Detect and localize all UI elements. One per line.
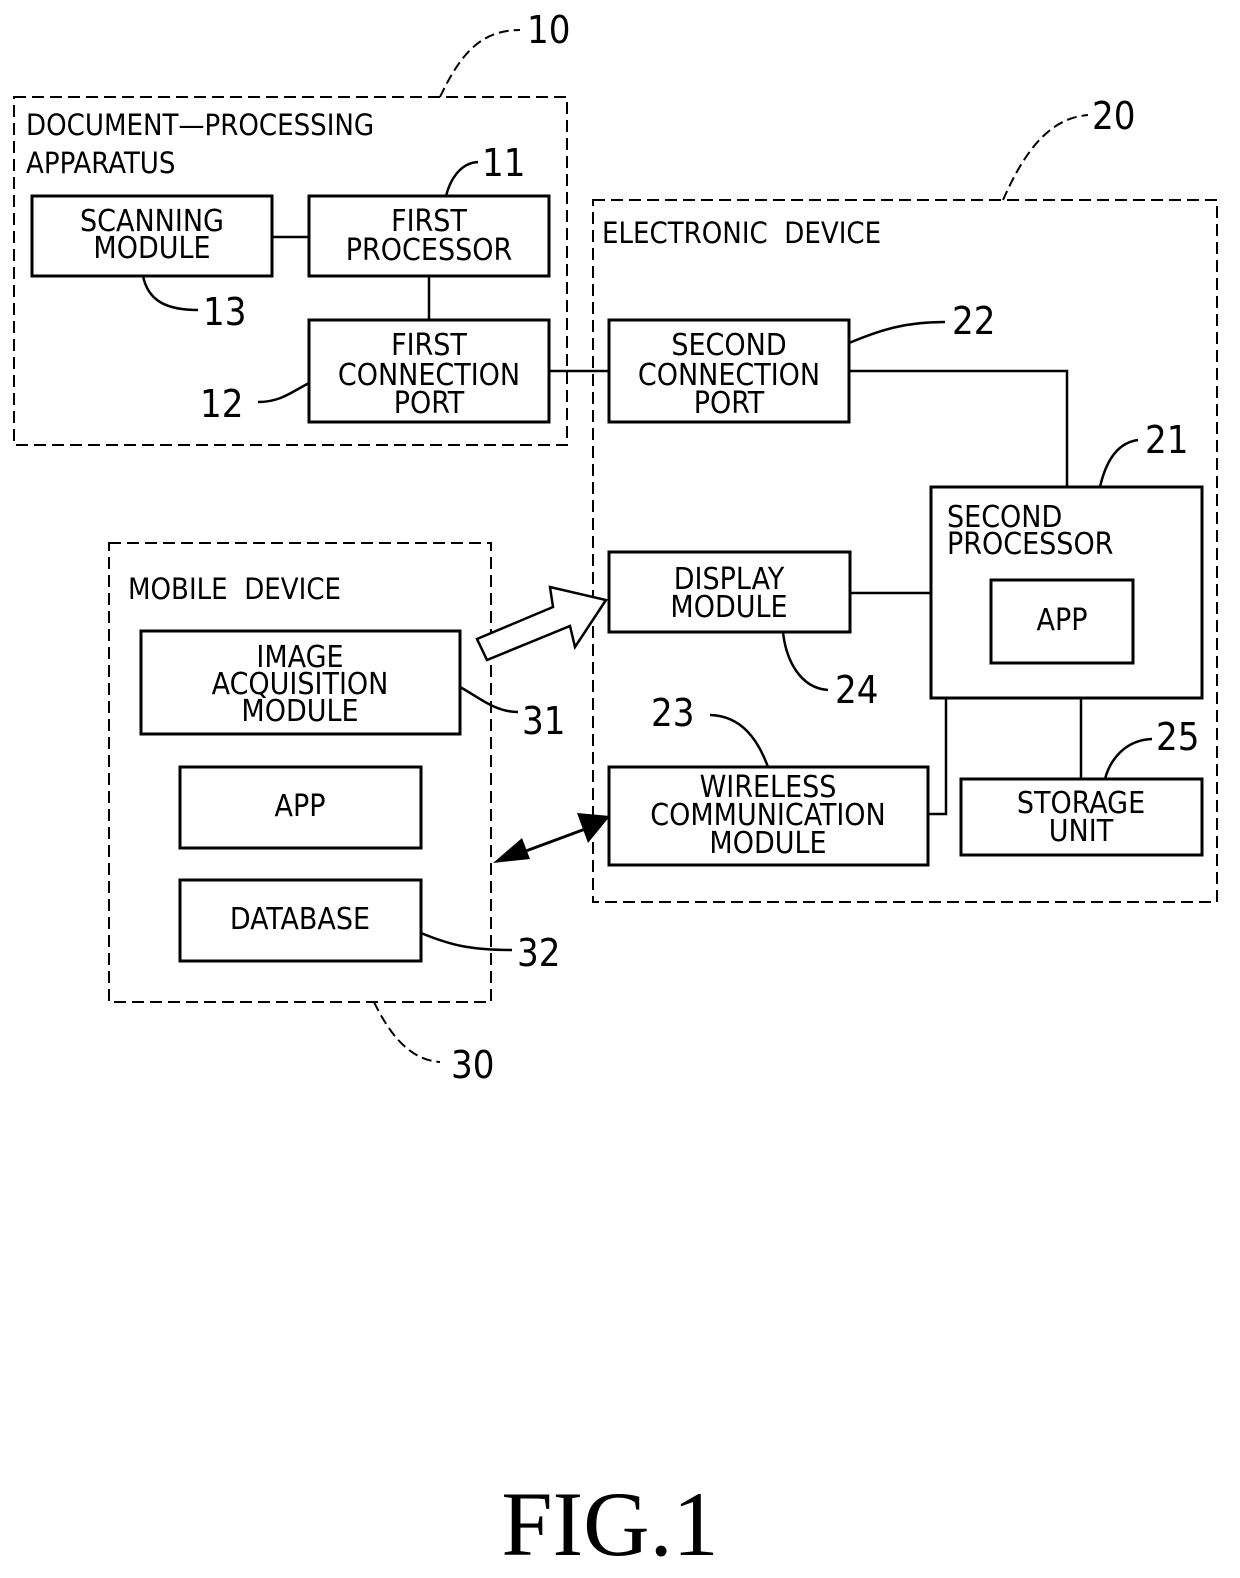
figure-caption: FIG.1 <box>501 1473 718 1575</box>
database-label: DATABASE <box>230 902 370 937</box>
mobile-device-title: MOBILE DEVICE <box>128 572 341 606</box>
wireless-module-line3: MODULE <box>709 826 826 861</box>
second-port-to-second-processor-link <box>849 369 1069 487</box>
block-diagram: DOCUMENT—PROCESSING APPARATUS 10 SCANNIN… <box>13 8 1218 1575</box>
scanning-module-line2: MODULE <box>93 231 210 266</box>
storage-unit-line2: UNIT <box>1049 814 1114 849</box>
ref-31-leader <box>459 685 519 714</box>
second-processor-app-label: APP <box>1036 603 1087 638</box>
ref-21-leader <box>1098 438 1139 488</box>
first-connection-port-line3: PORT <box>394 386 465 421</box>
ref-32: 32 <box>517 931 561 975</box>
wireless-bidirectional-arrow-icon <box>493 813 610 863</box>
storage-unit-block: STORAGE UNIT <box>959 777 1204 857</box>
image-acquisition-line3: MODULE <box>241 694 358 729</box>
ref-12: 12 <box>200 382 244 426</box>
database-block: DATABASE <box>178 878 423 963</box>
ref-13: 13 <box>203 290 247 334</box>
ref-20: 20 <box>1092 94 1136 138</box>
scanning-module-block: SCANNING MODULE <box>30 194 274 278</box>
ref-23: 23 <box>651 691 695 735</box>
apparatus-title-line1: DOCUMENT—PROCESSING <box>26 108 374 142</box>
mobile-device-group: MOBILE DEVICE 30 IMAGE ACQUISITION MODUL… <box>108 542 566 1087</box>
ref-24: 24 <box>835 668 879 712</box>
second-connection-port-line3: PORT <box>694 386 765 421</box>
apparatus-title-line2: APPARATUS <box>26 146 175 180</box>
ref-22-leader <box>848 320 946 345</box>
ref-30: 30 <box>451 1043 495 1087</box>
first-processor-block: FIRST PROCESSOR <box>307 194 551 278</box>
ref-20-leader <box>1002 114 1089 201</box>
ref-24-leader <box>781 631 829 692</box>
ref-23-leader <box>709 713 770 768</box>
document-processing-apparatus-group: DOCUMENT—PROCESSING APPARATUS 10 SCANNIN… <box>13 8 571 446</box>
ref-21: 21 <box>1145 418 1189 462</box>
ref-10: 10 <box>527 8 571 52</box>
ref-13-leader <box>141 275 199 312</box>
first-processor-line2: PROCESSOR <box>346 233 512 268</box>
ref-12-leader <box>257 381 310 404</box>
ref-10-leader <box>439 29 521 98</box>
mobile-app-block: APP <box>178 765 423 850</box>
mobile-app-label: APP <box>274 789 325 824</box>
image-acquisition-module-block: IMAGE ACQUISITION MODULE <box>139 629 462 736</box>
first-connection-port-block: FIRST CONNECTION PORT <box>307 318 551 424</box>
electronic-device-title: ELECTRONIC DEVICE <box>602 216 881 250</box>
electronic-device-group: ELECTRONIC DEVICE 20 SECOND CONNECTION P… <box>592 94 1218 903</box>
ref-11-leader <box>444 160 479 197</box>
ref-25-leader <box>1103 737 1153 780</box>
ref-25: 25 <box>1156 715 1200 759</box>
second-connection-port-block: SECOND CONNECTION PORT <box>607 318 851 424</box>
image-transfer-arrow-icon <box>475 585 609 662</box>
ref-32-leader <box>420 931 513 952</box>
wireless-to-second-processor-link <box>928 698 948 816</box>
display-module-line2: MODULE <box>670 590 787 625</box>
ref-30-leader <box>373 1001 441 1063</box>
ref-22: 22 <box>952 299 996 343</box>
ref-31: 31 <box>522 699 566 743</box>
second-processor-line2: PROCESSOR <box>947 527 1113 562</box>
display-module-block: DISPLAY MODULE <box>607 550 852 634</box>
wireless-communication-module-block: WIRELESS COMMUNICATION MODULE <box>607 765 930 867</box>
ref-11: 11 <box>482 141 526 185</box>
second-processor-block: SECOND PROCESSOR APP <box>929 485 1204 700</box>
